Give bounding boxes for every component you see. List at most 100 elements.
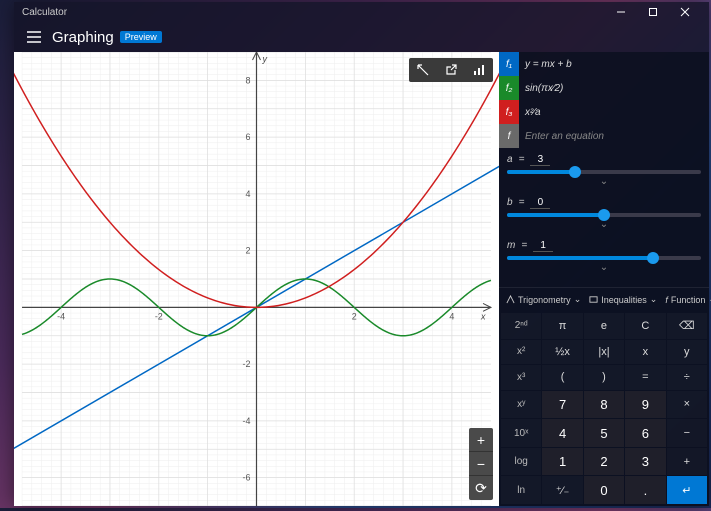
key-½x[interactable]: ½x [542, 340, 582, 365]
inequalities-menu[interactable]: Inequalities ⌄ [586, 292, 660, 307]
key-⌫[interactable]: ⌫ [667, 313, 707, 339]
slider-track[interactable] [507, 213, 701, 217]
key-5[interactable]: 5 [584, 419, 624, 447]
slider-m: m=1 ⌄ [507, 240, 701, 273]
equation-color-tab[interactable]: f₂ [499, 76, 519, 100]
equation-row[interactable]: f₃x²⁄a [499, 100, 709, 124]
key-.[interactable]: . [625, 476, 665, 504]
key-÷[interactable]: ÷ [667, 365, 707, 390]
chevron-down-icon[interactable]: ⌄ [507, 262, 701, 273]
svg-text:4: 4 [246, 189, 251, 199]
svg-text:x: x [480, 311, 486, 321]
key-e[interactable]: e [584, 313, 624, 339]
key-([interactable]: ( [542, 365, 582, 390]
key-7[interactable]: 7 [542, 391, 582, 419]
zoom-reset-button[interactable]: ⟳ [469, 476, 493, 500]
key-0[interactable]: 0 [584, 476, 624, 504]
key-10ˣ[interactable]: 10ˣ [501, 419, 541, 447]
function-menus: Trigonometry ⌄ Inequalities ⌄ f Function… [499, 287, 709, 311]
close-button[interactable] [669, 2, 701, 22]
equation-color-tab[interactable]: f [499, 124, 519, 148]
slider-value-input[interactable]: 0 [530, 197, 550, 209]
minimize-button[interactable] [605, 2, 637, 22]
key-1[interactable]: 1 [542, 448, 582, 476]
equation-expression[interactable]: y = mx + b [519, 59, 709, 70]
slider-track[interactable] [507, 170, 701, 174]
key-8[interactable]: 8 [584, 391, 624, 419]
slider-value-input[interactable]: 3 [530, 154, 550, 166]
key-2[interactable]: 2 [584, 448, 624, 476]
svg-text:-2: -2 [155, 311, 163, 321]
chevron-down-icon[interactable]: ⌄ [507, 176, 701, 187]
share-button[interactable] [437, 58, 465, 82]
slider-thumb[interactable] [647, 252, 659, 264]
content: xy-4-224-6-4-22468 + − ⟳ f₁y = mx + bf₂s… [14, 52, 709, 506]
slider-thumb[interactable] [598, 209, 610, 221]
svg-text:4: 4 [449, 311, 454, 321]
svg-text:6: 6 [246, 132, 251, 142]
equation-list: f₁y = mx + bf₂sin(πx⁄2)f₃x²⁄afEnter an e… [499, 52, 709, 148]
key-4[interactable]: 4 [542, 419, 582, 447]
key-9[interactable]: 9 [625, 391, 665, 419]
trace-button[interactable] [409, 58, 437, 82]
equation-row[interactable]: f₁y = mx + b [499, 52, 709, 76]
slider-value-input[interactable]: 1 [533, 240, 553, 252]
key-3[interactable]: 3 [625, 448, 665, 476]
equation-expression[interactable]: x²⁄a [519, 107, 709, 118]
mode-title: Graphing [52, 29, 114, 46]
variable-sliders: a=3 ⌄ b=0 ⌄ m=1 ⌄ [499, 148, 709, 287]
key-+[interactable]: + [667, 448, 707, 476]
zoom-in-button[interactable]: + [469, 428, 493, 452]
key-xʸ[interactable]: xʸ [501, 391, 541, 419]
graph-zoom-controls: + − ⟳ [469, 428, 493, 500]
key-C[interactable]: C [625, 313, 665, 339]
menu-button[interactable] [22, 25, 46, 49]
maximize-button[interactable] [637, 2, 669, 22]
calculator-window: Calculator Graphing Preview xy-4-224-6-4… [14, 2, 709, 506]
graph-toolbar [409, 58, 493, 82]
function-menu[interactable]: f Function ⌄ [662, 292, 711, 307]
equation-expression[interactable]: sin(πx⁄2) [519, 83, 709, 94]
slider-thumb[interactable] [569, 166, 581, 178]
window-controls [605, 2, 701, 22]
window-title: Calculator [22, 7, 605, 18]
key-6[interactable]: 6 [625, 419, 665, 447]
key-)[interactable]: ) [584, 365, 624, 390]
keypad: 2ⁿᵈπeC⌫ x²½x|x|xy x³()=÷ xʸ789× 10ˣ456− log12… [499, 311, 709, 506]
preview-badge: Preview [120, 31, 162, 43]
svg-text:-4: -4 [243, 416, 251, 426]
key-↵[interactable]: ↵ [667, 476, 707, 504]
svg-text:2: 2 [246, 246, 251, 256]
zoom-out-button[interactable]: − [469, 452, 493, 476]
equation-row[interactable]: f₂sin(πx⁄2) [499, 76, 709, 100]
equation-expression[interactable]: Enter an equation [519, 131, 709, 142]
slider-label: a=3 [507, 154, 701, 166]
key-⁺⁄₋[interactable]: ⁺⁄₋ [542, 476, 582, 504]
slider-track[interactable] [507, 256, 701, 260]
equation-color-tab[interactable]: f₃ [499, 100, 519, 124]
graph-options-button[interactable] [465, 58, 493, 82]
equation-color-tab[interactable]: f₁ [499, 52, 519, 76]
key-π[interactable]: π [542, 313, 582, 339]
chevron-down-icon: ⌄ [574, 294, 582, 305]
svg-text:8: 8 [246, 75, 251, 85]
graph-canvas[interactable]: xy-4-224-6-4-22468 [14, 52, 499, 506]
key-−[interactable]: − [667, 419, 707, 447]
right-panel: f₁y = mx + bf₂sin(πx⁄2)f₃x²⁄afEnter an e… [499, 52, 709, 506]
key-log[interactable]: log [501, 448, 541, 476]
slider-a: a=3 ⌄ [507, 154, 701, 187]
trig-menu[interactable]: Trigonometry ⌄ [503, 292, 584, 307]
key-ln[interactable]: ln [501, 476, 541, 504]
key-×[interactable]: × [667, 391, 707, 419]
key-x³[interactable]: x³ [501, 365, 541, 390]
equation-row[interactable]: fEnter an equation [499, 124, 709, 148]
key-2ⁿᵈ[interactable]: 2ⁿᵈ [501, 313, 541, 339]
graph-area[interactable]: xy-4-224-6-4-22468 + − ⟳ [14, 52, 499, 506]
key-=[interactable]: = [625, 365, 665, 390]
chevron-down-icon: ⌄ [650, 294, 658, 305]
key-x[interactable]: x [625, 340, 665, 365]
key-y[interactable]: y [667, 340, 707, 365]
key-|x|[interactable]: |x| [584, 340, 624, 365]
key-x²[interactable]: x² [501, 340, 541, 365]
slider-b: b=0 ⌄ [507, 197, 701, 230]
